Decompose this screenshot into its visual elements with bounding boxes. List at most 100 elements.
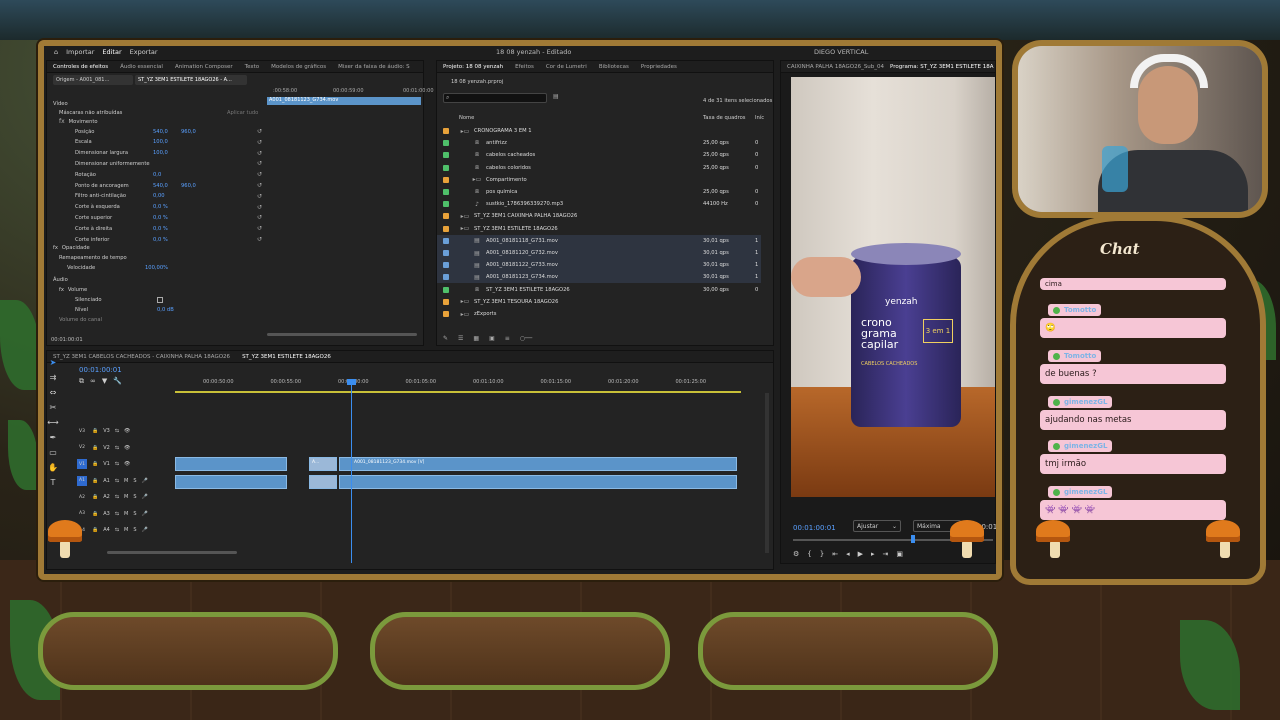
project-item-row[interactable]: ▸▭ Compartimento [437, 174, 761, 186]
settings-icon[interactable]: ⚙ [793, 550, 799, 558]
sequence-selector[interactable]: ST_YZ 3EM1 ESTILETE 18AGO26 - A... [135, 75, 247, 85]
step-back-icon[interactable]: ◂ [846, 550, 850, 558]
label-color-chip[interactable] [443, 274, 449, 281]
playhead-handle[interactable] [347, 379, 356, 385]
reset-icon[interactable]: ↺ [257, 193, 262, 200]
effect-property-row[interactable]: Ponto de ancoragem 540,0 960,0 ↺ [75, 181, 275, 190]
solo-track-icon[interactable]: S [133, 494, 136, 500]
motion-effect[interactable]: fx Movimento [59, 117, 98, 126]
tab-audio-mixer[interactable]: Mixer da faixa de áudio: S [338, 64, 410, 70]
linked-selection-icon[interactable]: ∞ [90, 377, 96, 386]
effect-property-row[interactable]: Posição 540,0 960,0 ↺ [75, 127, 275, 136]
lock-icon[interactable]: 🔒 [92, 511, 98, 517]
label-color-chip[interactable] [443, 298, 449, 305]
tab-program-monitor[interactable]: Programa: ST_YZ 3EM1 ESTILETE 18A [890, 64, 993, 70]
eye-icon[interactable]: 👁 [124, 445, 130, 451]
track-header[interactable]: A4🔒A4⇆MS🎤 [77, 524, 173, 536]
label-color-chip[interactable] [443, 250, 449, 256]
mark-out-icon[interactable]: } [820, 550, 824, 558]
video-clip-selected[interactable]: A... [309, 457, 337, 471]
tab-animation-composer[interactable]: Animation Composer [175, 64, 233, 70]
track-header[interactable]: A2 🔒 A2 ⇆ M S 🎤 [77, 491, 173, 503]
tab-sequence-2[interactable]: ST_YZ 3EM1 ESTILETE 18AGO26 [242, 354, 331, 360]
effect-property-value[interactable]: 100,0 [153, 139, 181, 145]
project-item-row[interactable]: ⧈ antifrizz 25,00 qps 0 [437, 137, 761, 149]
effect-property-value[interactable]: 540,0 [153, 129, 181, 135]
effect-property-value[interactable]: 0,0 % [153, 237, 181, 243]
effect-property-row[interactable]: Corte superior 0,0 % ↺ [75, 213, 275, 222]
effect-property-row[interactable]: Escala 100,0 ↺ [75, 138, 275, 147]
timeline-playhead[interactable] [351, 379, 352, 563]
sync-lock-icon[interactable]: ⇆ [115, 478, 119, 484]
tab-properties[interactable]: Propriedades [641, 64, 677, 70]
razor-tool-icon[interactable]: ✂ [50, 403, 57, 412]
mute-track-icon[interactable]: M [124, 527, 128, 533]
effect-property-row[interactable]: Filtro anti-cintilação 0,00 ↺ [75, 192, 275, 201]
reset-icon[interactable]: ↺ [257, 128, 262, 135]
lock-icon[interactable]: 🔒 [92, 478, 98, 484]
label-color-chip[interactable] [443, 201, 449, 208]
effect-property-value[interactable]: 0,0 % [153, 226, 181, 232]
volume-effect[interactable]: fx Volume [59, 285, 87, 294]
work-area-bar[interactable] [175, 391, 741, 393]
menu-import[interactable]: Importar [66, 48, 94, 56]
lock-icon[interactable]: 🔒 [92, 445, 98, 451]
project-item-row[interactable]: ▤ A001_08181122_G733.mov 30,01 qps 1 [437, 259, 761, 272]
project-item-row[interactable]: ▤ A001_08181120_G732.mov 30,01 qps 1 [437, 247, 761, 259]
project-item-row[interactable]: ⧈ cabelos coloridos 25,00 qps 0 [437, 162, 761, 174]
reset-icon[interactable]: ↺ [257, 204, 262, 211]
project-item-row[interactable]: ▸▭ ST_YZ 3EM1 TESOURA 18AGO26 [437, 296, 761, 308]
project-item-row[interactable]: ▸▭ CRONOGRAMA 3 EM 1 [437, 125, 761, 137]
track-target-toggle[interactable]: A2 [77, 492, 87, 502]
eye-icon[interactable]: 👁 [124, 461, 130, 467]
label-color-chip[interactable] [443, 311, 449, 317]
effect-property-row[interactable]: Dimensionar uniformemente ↺ [75, 159, 275, 168]
lock-icon[interactable]: 🔒 [92, 494, 98, 500]
tab-effect-controls[interactable]: Controles de efeitos [53, 64, 108, 70]
track-header[interactable]: V2 🔒 V2 ⇆ 👁 [77, 442, 173, 454]
opacity-effect[interactable]: fx Opacidade [53, 243, 90, 252]
sync-lock-icon[interactable]: ⇆ [115, 461, 119, 467]
effects-zoom-scrollbar[interactable] [267, 333, 417, 336]
effect-property-row[interactable]: Corte inferior 0,0 % ↺ [75, 235, 275, 244]
tab-lumetri[interactable]: Cor de Lumetri [546, 64, 587, 70]
project-item-row[interactable]: ⧈ pos química 25,00 qps 0 [437, 186, 761, 198]
track-select-tool-icon[interactable]: ⇉ [50, 373, 57, 382]
label-color-chip[interactable] [443, 152, 449, 159]
project-item-row[interactable]: ▸▭ zExports [437, 308, 761, 320]
apply-all-button[interactable]: Aplicar tudo [227, 108, 258, 117]
selection-tool-icon[interactable]: ➤ [50, 358, 57, 367]
microphone-icon[interactable]: 🎤 [142, 494, 148, 500]
speed-value[interactable]: 100,00% [145, 263, 168, 272]
freeform-view-icon[interactable]: ▣ [489, 335, 495, 342]
timeline-ruler[interactable]: 00:00:50:0000:00:55:0000:01:00:0000:01:0… [175, 379, 741, 389]
effect-property-value[interactable]: 0,0 [153, 172, 181, 178]
label-color-chip[interactable] [443, 164, 449, 171]
track-header[interactable]: V3 🔒 V3 ⇆ 👁 [77, 425, 173, 437]
sync-lock-icon[interactable]: ⇆ [115, 445, 119, 451]
reset-icon[interactable]: ↺ [257, 225, 262, 232]
solo-track-icon[interactable]: S [133, 527, 136, 533]
workspace-label[interactable]: DIEGO VERTICAL [814, 48, 868, 56]
home-icon[interactable]: ⌂ [54, 48, 58, 56]
go-to-out-icon[interactable]: ⇥ [883, 550, 889, 558]
label-color-chip[interactable] [443, 128, 449, 134]
reset-icon[interactable]: ↺ [257, 236, 262, 243]
play-icon[interactable]: ▶ [858, 550, 863, 558]
label-color-chip[interactable] [443, 225, 449, 232]
col-name-header[interactable]: Nome [459, 113, 474, 122]
effect-property-value[interactable]: 0,0 % [153, 215, 181, 221]
go-to-in-icon[interactable]: ⇤ [832, 550, 838, 558]
lock-icon[interactable]: 🔒 [92, 527, 98, 533]
microphone-icon[interactable]: 🎤 [142, 511, 148, 517]
track-header[interactable]: A1 🔒 A1 ⇆ M S 🎤 [77, 475, 173, 487]
project-item-row[interactable]: ▸▭ ST_YZ 3EM1 ESTILETE 18AGO26 [437, 223, 761, 235]
col-rate-header[interactable]: Taxa de quadros [703, 113, 745, 122]
list-view-icon[interactable]: ☰ [458, 335, 463, 342]
project-search-input[interactable]: ⌕ [443, 93, 547, 103]
video-clip[interactable] [175, 457, 287, 471]
tab-text[interactable]: Texto [245, 64, 260, 70]
sync-lock-icon[interactable]: ⇆ [115, 494, 119, 500]
type-tool-icon[interactable]: T [51, 478, 56, 487]
project-item-row[interactable]: ▸▭ ST_YZ 3EM1 CAIXINHA PALHA 18AGO26 [437, 210, 761, 222]
